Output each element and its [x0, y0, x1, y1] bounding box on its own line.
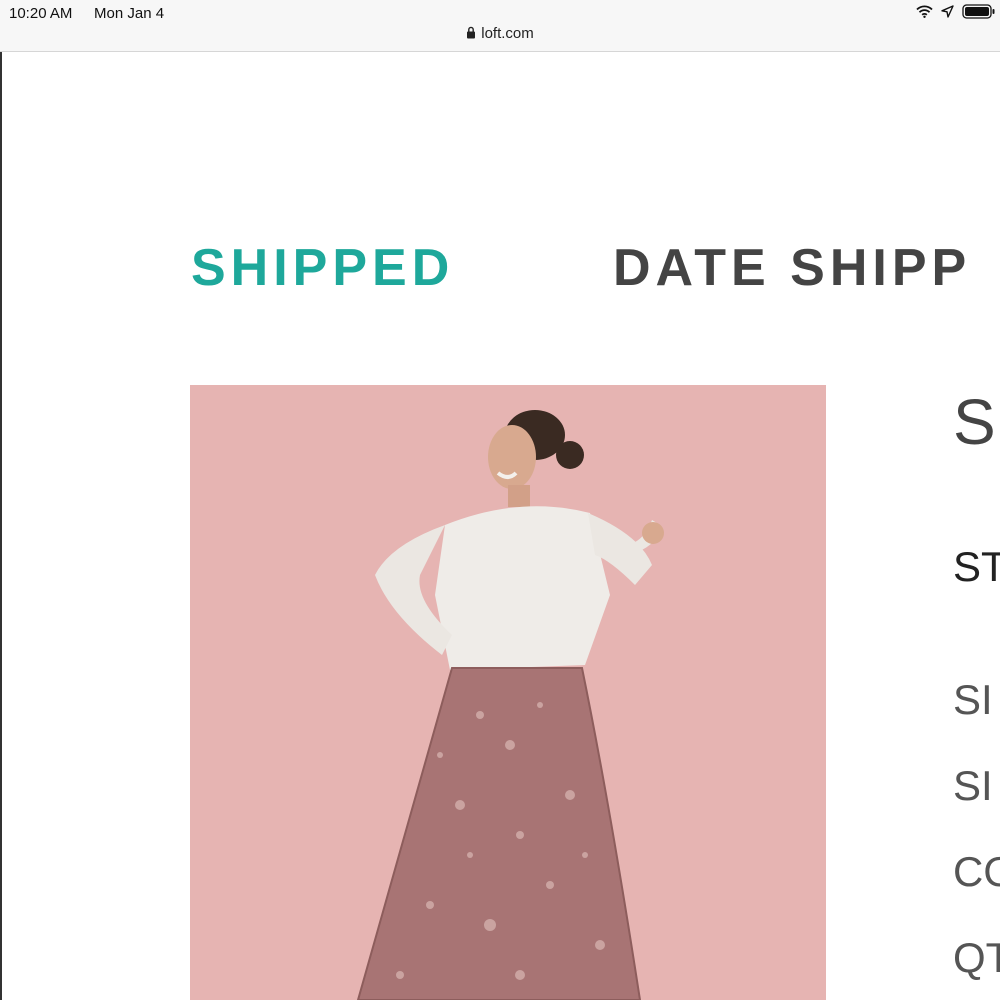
browser-status-bar: 10:20 AM Mon Jan 4 loft.com — [0, 0, 1000, 52]
tab-shipped[interactable]: SHIPPED — [191, 238, 454, 298]
product-image[interactable] — [190, 385, 826, 1000]
battery-icon — [962, 4, 995, 19]
location-arrow-icon — [941, 5, 954, 18]
window-left-edge — [0, 52, 2, 1000]
address-bar[interactable]: loft.com — [0, 25, 1000, 42]
product-title: S — [953, 386, 996, 458]
status-icons — [916, 4, 996, 19]
size-label: SI — [953, 676, 993, 723]
status-date: Mon Jan 4 — [94, 5, 165, 22]
product-photo-icon — [190, 385, 826, 1000]
style-label: ST — [953, 543, 1000, 590]
size-label-secondary: SI — [953, 762, 993, 809]
color-label: CO — [953, 848, 1000, 895]
status-time: 10:20 AM — [9, 5, 73, 22]
lock-icon — [467, 26, 476, 39]
wifi-icon — [916, 5, 933, 18]
quantity-label: QT — [953, 934, 1000, 981]
url-text: loft.com — [481, 25, 534, 42]
tab-date-shipped[interactable]: DATE SHIPP — [613, 238, 1000, 298]
